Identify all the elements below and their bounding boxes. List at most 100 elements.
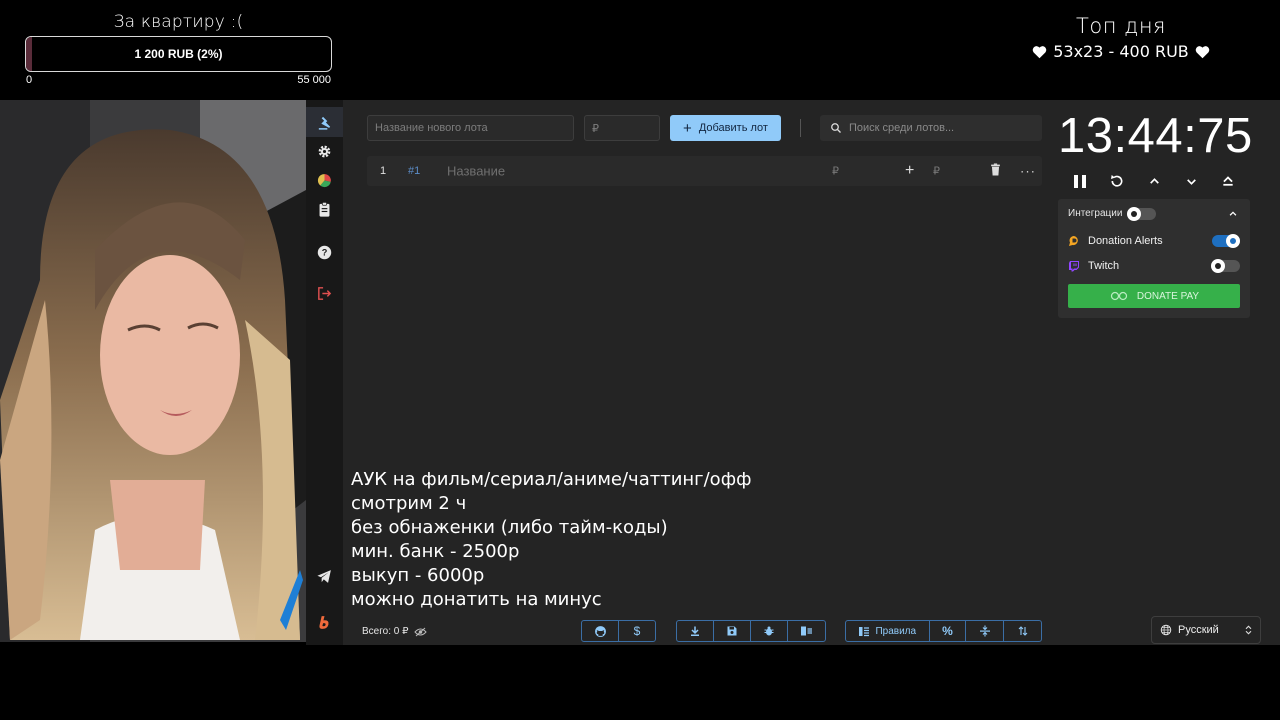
goal-scale: 0 55 000 [25,74,332,86]
sidebar-item-telegram[interactable] [306,561,343,591]
import-icon [801,626,812,636]
save-icon [727,626,737,636]
chevron-up-icon[interactable] [1228,209,1238,219]
donate-button[interactable]: $ [619,621,655,641]
integrations-title: Интеграции [1068,208,1123,219]
twitch-toggle[interactable] [1211,259,1240,273]
svg-text:?: ? [322,247,328,257]
double-time-button[interactable] [1217,170,1239,192]
top-day-entry-line: 53x23 - 400 RUB [1026,42,1216,61]
lot-name-input[interactable]: Название [447,164,505,179]
donate-pay-label: DONATE PAY [1136,290,1200,302]
toolbar-divider [800,119,801,137]
import-button[interactable] [788,621,825,641]
increase-time-button[interactable] [1143,170,1165,192]
new-lot-amount-input[interactable]: ₽ [584,115,660,141]
chevron-down-icon [1186,178,1196,185]
sidebar-item-history[interactable] [306,194,343,224]
toggle-knob [1211,259,1225,273]
sort-button[interactable] [1004,621,1041,641]
twitch-label: Twitch [1088,260,1120,272]
donate-pay-button[interactable]: DONATE PAY [1068,284,1240,308]
pause-button[interactable] [1069,170,1091,192]
sidebar-item-stats[interactable] [306,165,343,195]
rules-line: можно донатить на минус [351,589,602,610]
goal-scale-min: 0 [26,74,33,86]
goal-amount: 1 200 RUB (2%) [134,47,223,61]
lot-extra-amount-input[interactable]: ₽ [933,165,940,178]
integrations-toggle[interactable] [1127,207,1156,221]
lot-row: 1 #1 Название ₽ + ₽ ··· [367,156,1042,186]
add-lot-button[interactable]: + Добавить лот [670,115,781,141]
file-button-group [676,620,826,642]
goal-title: За квартиру :( [113,12,244,32]
help-icon: ? [317,245,332,259]
top-of-day: Топ дня 53x23 - 400 RUB [1026,14,1216,61]
eye-off-icon[interactable] [414,627,428,637]
lot-add-amount-button[interactable]: + [905,162,914,180]
new-lot-name-placeholder: Название нового лота [375,122,488,134]
trash-icon [991,163,1000,176]
language-select[interactable]: Русский [1151,616,1261,644]
bug-report-button[interactable] [751,621,788,641]
github-button[interactable] [582,621,619,641]
sidebar-item-help[interactable]: ? [306,237,343,267]
telegram-icon [317,569,331,583]
donate-pay-logo-icon [1110,291,1127,301]
auction-timer: 13:44:75 [1058,109,1253,163]
total-amount: Всего: 0 ₽ [362,626,428,637]
rules-line: без обнаженки (либо тайм-коды) [351,517,668,538]
sidebar-item-logout[interactable] [306,278,343,308]
sidebar-item-auction[interactable] [306,107,343,137]
timer-controls [1069,170,1239,192]
total-label: Всего: 0 ₽ [362,626,409,637]
gear-icon [318,145,331,157]
download-button[interactable] [677,621,714,641]
rules-icon [859,626,870,636]
download-icon [691,626,699,636]
lot-search-input[interactable]: Поиск среди лотов... [820,115,1042,141]
lot-amount-input[interactable]: ₽ [832,165,839,178]
logout-icon [318,286,332,300]
new-lot-amount-placeholder: ₽ [592,122,599,135]
decrease-time-button[interactable] [1180,170,1202,192]
dollar-icon: $ [633,624,641,638]
goal-scale-max: 55 000 [297,74,331,86]
reset-timer-button[interactable] [1106,170,1128,192]
top-day-entry: 53x23 - 400 RUB [1053,42,1189,61]
goal-progress-bar: 1 200 RUB (2%) [25,36,332,72]
pie-chart-icon [317,173,331,187]
toggle-knob [1127,207,1141,221]
top-day-title: Топ дня [1076,14,1166,38]
rules-button[interactable]: Правила [846,621,930,641]
sidebar-item-boosty[interactable] [306,607,343,637]
rules-label: Правила [875,625,917,637]
chevron-up-icon [1149,177,1159,184]
sidebar-item-settings[interactable] [306,136,343,166]
plus-icon: + [683,119,692,137]
percent-icon: % [942,624,953,638]
compact-view-button[interactable] [966,621,1005,641]
bug-icon [764,626,774,636]
select-arrows-icon [1245,625,1252,635]
add-lot-label: Добавить лот [698,122,768,134]
donation-alerts-label: Donation Alerts [1088,235,1163,247]
donation-alerts-icon [1069,236,1078,246]
percent-button[interactable]: % [930,621,967,641]
rules-line: смотрим 2 ч [351,493,467,514]
delete-lot-button[interactable] [990,163,1001,179]
heart-icon [1032,45,1047,58]
webcam-image [0,100,306,642]
lot-more-button[interactable]: ··· [1020,164,1036,179]
donation-alerts-toggle[interactable] [1212,234,1240,248]
save-button[interactable] [714,621,751,641]
heart-icon [1195,45,1210,58]
language-label: Русский [1178,624,1219,636]
twitch-icon [1069,261,1079,272]
links-button-group: $ [581,620,656,642]
lot-id[interactable]: #1 [408,165,420,177]
chevron-up-bar-icon [1223,176,1233,186]
sidebar: ? [306,100,343,645]
lot-search-placeholder: Поиск среди лотов... [849,122,955,134]
new-lot-name-input[interactable]: Название нового лота [367,115,574,141]
